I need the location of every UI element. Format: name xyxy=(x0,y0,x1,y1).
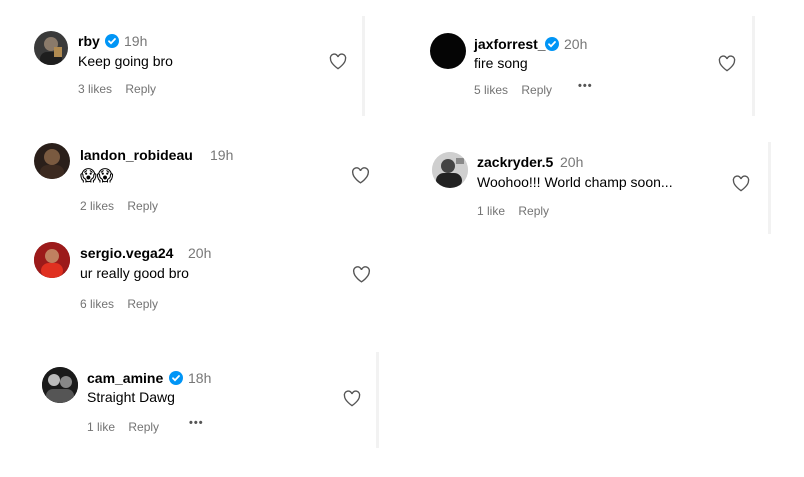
username[interactable]: landon_robideau xyxy=(80,147,193,163)
heart-icon[interactable] xyxy=(352,266,371,283)
more-options-icon[interactable]: ••• xyxy=(189,417,204,429)
heart-icon[interactable] xyxy=(329,53,347,70)
likes-count[interactable]: 5 likes xyxy=(474,83,508,97)
avatar[interactable] xyxy=(42,367,78,403)
username[interactable]: rby xyxy=(78,33,100,49)
reply-button[interactable]: Reply xyxy=(128,420,159,434)
panel-edge xyxy=(362,16,365,116)
comment-meta: 5 likes Reply xyxy=(474,83,552,97)
comment-meta: 3 likes Reply xyxy=(78,82,156,96)
comment-text: ur really good bro xyxy=(80,265,189,281)
timestamp: 19h xyxy=(124,33,148,49)
comment-text: Straight Dawg xyxy=(87,389,175,405)
avatar[interactable] xyxy=(34,143,70,179)
more-options-icon[interactable]: ••• xyxy=(578,80,593,92)
timestamp: 19h xyxy=(210,147,234,163)
likes-count[interactable]: 2 likes xyxy=(80,199,114,213)
timestamp: 20h xyxy=(564,36,588,52)
reply-button[interactable]: Reply xyxy=(127,297,158,311)
heart-icon[interactable] xyxy=(732,175,750,192)
avatar[interactable] xyxy=(34,242,70,278)
reply-button[interactable]: Reply xyxy=(127,199,158,213)
comment-text: fire song xyxy=(474,55,528,71)
comment-meta: 1 like Reply xyxy=(477,204,549,218)
comment-text: Keep going bro xyxy=(78,53,173,69)
username[interactable]: zackryder.5 xyxy=(477,154,553,170)
username[interactable]: sergio.vega24 xyxy=(80,245,173,261)
likes-count[interactable]: 1 like xyxy=(87,420,115,434)
reply-button[interactable]: Reply xyxy=(125,82,156,96)
avatar[interactable] xyxy=(432,152,468,188)
verified-badge-icon xyxy=(169,371,183,385)
timestamp: 18h xyxy=(188,370,212,386)
comment-meta: 2 likes Reply xyxy=(80,199,158,213)
reply-button[interactable]: Reply xyxy=(518,204,549,218)
comment-text: 😱😱 xyxy=(80,168,114,185)
heart-icon[interactable] xyxy=(351,167,370,184)
timestamp: 20h xyxy=(188,245,212,261)
likes-count[interactable]: 1 like xyxy=(477,204,505,218)
likes-count[interactable]: 3 likes xyxy=(78,82,112,96)
timestamp: 20h xyxy=(560,154,584,170)
username[interactable]: cam_amine xyxy=(87,370,163,386)
heart-icon[interactable] xyxy=(718,55,736,72)
panel-edge xyxy=(752,16,755,116)
panel-edge xyxy=(376,352,379,448)
username[interactable]: jaxforrest_ xyxy=(474,36,546,52)
likes-count[interactable]: 6 likes xyxy=(80,297,114,311)
heart-icon[interactable] xyxy=(343,390,361,407)
panel-edge xyxy=(768,142,771,234)
comment-meta: 1 like Reply xyxy=(87,420,159,434)
avatar[interactable] xyxy=(430,33,466,69)
verified-badge-icon xyxy=(545,37,559,51)
comment-meta: 6 likes Reply xyxy=(80,297,158,311)
avatar[interactable] xyxy=(34,31,68,65)
reply-button[interactable]: Reply xyxy=(521,83,552,97)
comment-text: Woohoo!!! World champ soon... xyxy=(477,174,673,190)
verified-badge-icon xyxy=(105,34,119,48)
